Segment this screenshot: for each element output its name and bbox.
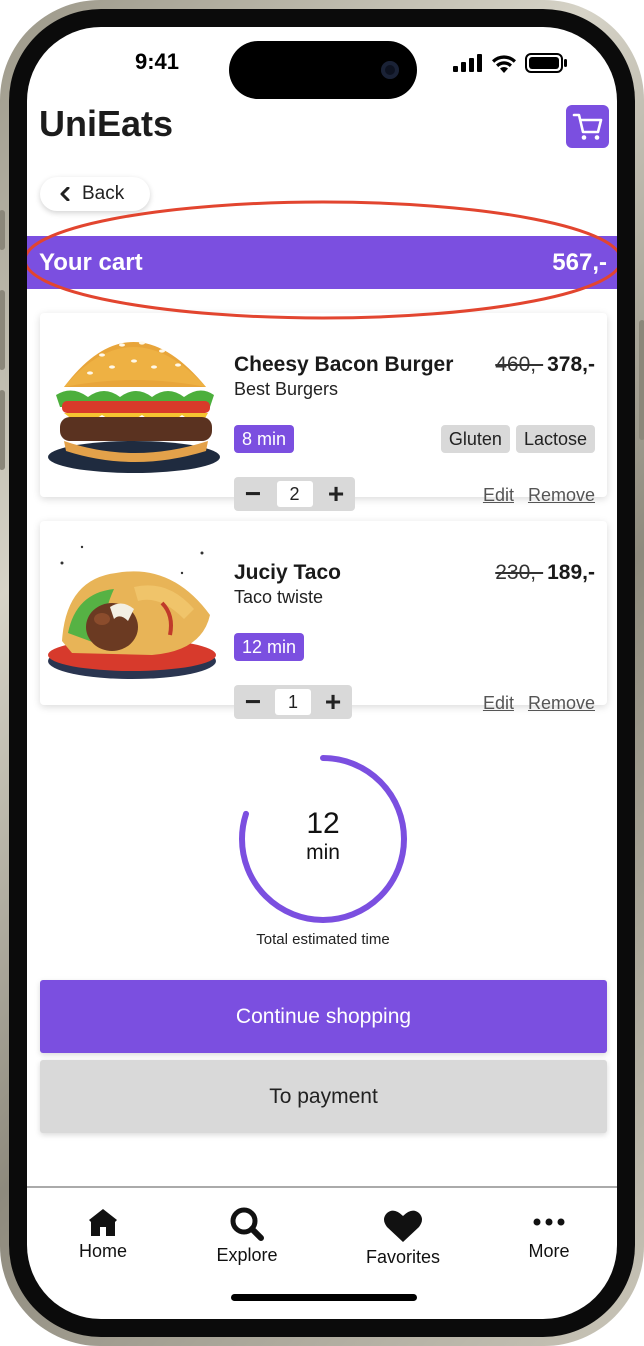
nav-more[interactable]: More — [489, 1207, 609, 1262]
cart-summary-bar: Your cart 567,- — [27, 236, 617, 289]
time-badge: 8 min — [234, 425, 295, 453]
screen: 9:41 UniEats Back Your cart 567,- Cheesy… — [27, 27, 617, 1319]
nav-favorites[interactable]: Favorites — [343, 1209, 463, 1268]
timer-unit: min — [306, 841, 340, 864]
remove-link[interactable]: Remove — [528, 693, 595, 714]
volume-down-button — [0, 390, 5, 470]
home-icon — [89, 1209, 117, 1236]
item-old-price: 230,- — [495, 561, 544, 584]
quantity-value[interactable]: 1 — [275, 689, 311, 715]
quantity-stepper: − 2 + — [234, 477, 355, 511]
cart-button[interactable] — [566, 105, 609, 148]
cart-title: Your cart — [39, 248, 143, 276]
cart-total: 567,- — [552, 248, 607, 276]
item-old-price: 460,- — [495, 353, 544, 376]
edit-link[interactable]: Edit — [483, 693, 514, 714]
quantity-value[interactable]: 2 — [276, 481, 313, 507]
app-title: UniEats — [39, 103, 174, 144]
battery-icon — [525, 53, 567, 73]
item-name: Juciy Taco — [234, 561, 341, 584]
item-shop: Taco twiste — [234, 587, 324, 607]
burger-image — [48, 341, 220, 473]
nav-home-label: Home — [78, 1241, 127, 1261]
nav-favorites-label: Favorites — [365, 1247, 441, 1267]
nav-divider — [27, 1186, 617, 1188]
cart-icon — [572, 113, 602, 140]
remove-link[interactable]: Remove — [528, 485, 595, 506]
item-price: 230,- 189,- — [495, 561, 595, 585]
minus-button[interactable]: − — [242, 688, 264, 716]
allergen-tag: Lactose — [515, 425, 595, 453]
minus-button[interactable]: − — [242, 480, 264, 508]
allergen-tags: Gluten Lactose — [440, 425, 595, 453]
item-actions: Edit Remove — [483, 485, 595, 506]
status-icons — [453, 53, 567, 73]
status-time: 9:41 — [134, 49, 180, 74]
item-new-price: 189,- — [547, 561, 595, 584]
timer-caption: Total estimated time — [256, 931, 390, 948]
phone-frame: 9:41 UniEats Back Your cart 567,- Cheesy… — [0, 0, 644, 1346]
power-button — [639, 320, 644, 440]
nav-explore[interactable]: Explore — [187, 1207, 307, 1266]
plus-button[interactable]: + — [325, 480, 347, 508]
quantity-stepper: − 1 + — [234, 685, 352, 719]
signal-icon — [453, 54, 482, 72]
item-name: Cheesy Bacon Burger — [234, 353, 454, 376]
chevron-left-icon — [60, 187, 70, 201]
item-shop: Best Burgers — [234, 379, 339, 399]
edit-link[interactable]: Edit — [483, 485, 514, 506]
dynamic-island — [229, 41, 417, 99]
home-indicator — [231, 1294, 417, 1301]
timer-value: 12 — [306, 807, 340, 840]
search-icon — [230, 1207, 264, 1241]
back-button[interactable]: Back — [40, 177, 150, 211]
nav-explore-label: Explore — [216, 1245, 278, 1265]
time-badge: 12 min — [234, 633, 305, 661]
cart-item-card: Juciy Taco Taco twiste 230,- 189,- 12 mi… — [40, 521, 607, 719]
more-icon — [533, 1218, 565, 1226]
continue-shopping-button[interactable]: Continue shopping — [40, 980, 607, 1053]
taco-image — [48, 545, 216, 679]
to-payment-button[interactable]: To payment — [40, 1060, 607, 1133]
volume-up-button — [0, 290, 5, 370]
nav-more-label: More — [528, 1241, 570, 1261]
camera-icon — [381, 61, 399, 79]
mute-switch — [0, 210, 5, 250]
allergen-tag: Gluten — [440, 425, 510, 453]
back-label: Back — [82, 183, 125, 204]
heart-icon — [384, 1210, 422, 1242]
wifi-icon — [492, 54, 516, 73]
nav-home[interactable]: Home — [43, 1207, 163, 1262]
cart-item-card: Cheesy Bacon Burger Best Burgers 460,- 3… — [40, 313, 607, 511]
plus-button[interactable]: + — [322, 688, 344, 716]
item-price: 460,- 378,- — [495, 353, 595, 377]
item-actions: Edit Remove — [483, 693, 595, 714]
item-new-price: 378,- — [547, 353, 595, 376]
